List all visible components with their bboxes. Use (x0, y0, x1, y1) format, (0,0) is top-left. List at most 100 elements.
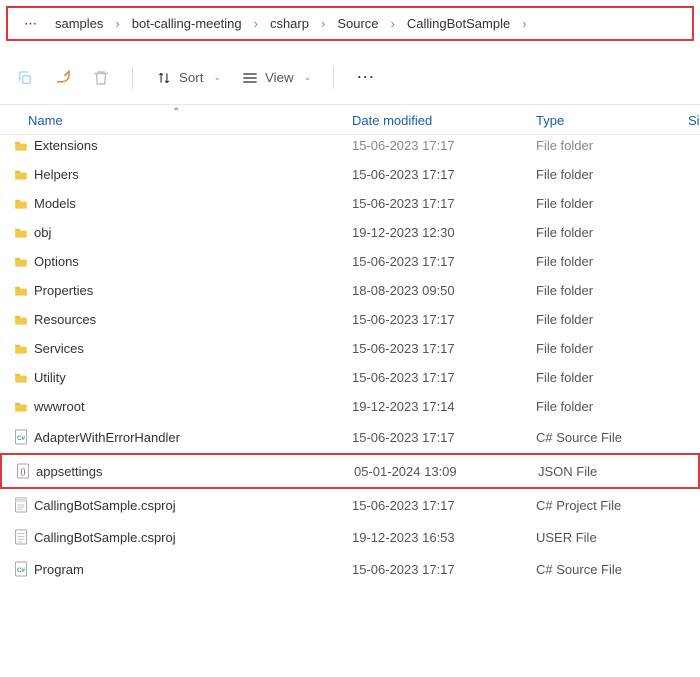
file-row[interactable]: CallingBotSample.csproj15-06-2023 17:17C… (0, 489, 700, 521)
file-date: 05-01-2024 13:09 (350, 464, 534, 479)
file-row[interactable]: Models15-06-2023 17:17File folder (0, 189, 700, 218)
file-name: Helpers (28, 167, 348, 182)
file-date: 15-06-2023 17:17 (348, 196, 532, 211)
sort-label: Sort (179, 70, 203, 85)
file-date: 15-06-2023 17:17 (348, 562, 532, 577)
file-name: CallingBotSample.csproj (28, 530, 348, 545)
file-type: File folder (532, 225, 684, 240)
chevron-right-icon: › (115, 16, 119, 31)
file-type: File folder (532, 196, 684, 211)
file-date: 15-06-2023 17:17 (348, 254, 532, 269)
copy-icon (16, 69, 34, 87)
breadcrumb-item[interactable]: samples (45, 14, 113, 33)
file-row[interactable]: CallingBotSample.csproj19-12-2023 16:53U… (0, 521, 700, 553)
file-row[interactable]: Properties18-08-2023 09:50File folder (0, 276, 700, 305)
file-type: USER File (532, 530, 684, 545)
view-button[interactable]: View ⌄ (233, 63, 319, 93)
svg-text:C#: C# (17, 435, 26, 442)
file-row[interactable]: C#Program15-06-2023 17:17C# Source File (0, 553, 700, 585)
file-date: 15-06-2023 17:17 (348, 312, 532, 327)
file-date: 19-12-2023 16:53 (348, 530, 532, 545)
file-row[interactable]: wwwroot19-12-2023 17:14File folder (0, 392, 700, 421)
file-name: Services (28, 341, 348, 356)
file-name: wwwroot (28, 399, 348, 414)
folder-icon (0, 371, 28, 385)
trash-icon (92, 69, 110, 87)
file-type: File folder (532, 399, 684, 414)
chevron-down-icon: ⌄ (213, 72, 221, 83)
chevron-right-icon: › (522, 16, 526, 31)
file-icon (0, 528, 28, 546)
view-icon (241, 69, 259, 87)
chevron-right-icon: › (254, 16, 258, 31)
breadcrumb-item[interactable]: CallingBotSample (397, 14, 520, 33)
copy-button[interactable] (8, 63, 42, 93)
column-header-date[interactable]: Date modified (348, 113, 532, 128)
file-row[interactable]: obj19-12-2023 12:30File folder (0, 218, 700, 247)
toolbar-divider (333, 67, 334, 89)
column-headers: ⌃ Name Date modified Type Si (0, 105, 700, 135)
folder-icon (0, 226, 28, 240)
more-icon: ⋯ (356, 67, 376, 88)
chevron-down-icon: ⌄ (304, 72, 312, 83)
file-row[interactable]: C#AdapterWithErrorHandler15-06-2023 17:1… (0, 421, 700, 453)
toolbar-divider (132, 67, 133, 89)
file-row[interactable]: Extensions15-06-2023 17:17File folder (0, 131, 700, 160)
column-header-type[interactable]: Type (532, 113, 684, 128)
file-date: 15-06-2023 17:17 (348, 498, 532, 513)
file-icon (0, 496, 28, 514)
file-name: AdapterWithErrorHandler (28, 430, 348, 445)
file-row[interactable]: Utility15-06-2023 17:17File folder (0, 363, 700, 392)
file-row[interactable]: {}appsettings05-01-2024 13:09JSON File (0, 453, 700, 489)
share-button[interactable] (46, 63, 80, 93)
file-icon: C# (0, 428, 28, 446)
file-row[interactable]: Services15-06-2023 17:17File folder (0, 334, 700, 363)
svg-text:{}: {} (20, 467, 26, 476)
file-date: 15-06-2023 17:17 (348, 430, 532, 445)
file-name: Extensions (28, 138, 348, 153)
file-name: Models (28, 196, 348, 211)
file-date: 15-06-2023 17:17 (348, 341, 532, 356)
chevron-right-icon: › (391, 16, 395, 31)
breadcrumb-more-icon[interactable]: ⋯ (16, 16, 45, 32)
file-type: File folder (532, 283, 684, 298)
file-row[interactable]: Resources15-06-2023 17:17File folder (0, 305, 700, 334)
folder-icon (0, 168, 28, 182)
file-name: Options (28, 254, 348, 269)
file-name: Properties (28, 283, 348, 298)
file-date: 19-12-2023 17:14 (348, 399, 532, 414)
file-type: C# Project File (532, 498, 684, 513)
file-type: File folder (532, 312, 684, 327)
file-date: 18-08-2023 09:50 (348, 283, 532, 298)
column-header-size[interactable]: Si (684, 113, 700, 128)
file-type: File folder (532, 254, 684, 269)
breadcrumb-item[interactable]: Source (327, 14, 388, 33)
file-type: File folder (532, 341, 684, 356)
file-row[interactable]: Options15-06-2023 17:17File folder (0, 247, 700, 276)
folder-icon (0, 197, 28, 211)
file-icon: C# (0, 560, 28, 578)
file-type: File folder (532, 138, 684, 153)
toolbar: Sort ⌄ View ⌄ ⋯ (0, 51, 700, 105)
folder-icon (0, 313, 28, 327)
more-options-button[interactable]: ⋯ (348, 61, 384, 94)
share-icon (54, 69, 72, 87)
file-type: C# Source File (532, 430, 684, 445)
file-list: Extensions15-06-2023 17:17File folderHel… (0, 131, 700, 585)
folder-icon (0, 284, 28, 298)
view-label: View (265, 70, 294, 85)
sort-indicator-icon: ⌃ (172, 107, 180, 118)
sort-button[interactable]: Sort ⌄ (147, 63, 229, 93)
file-date: 15-06-2023 17:17 (348, 167, 532, 182)
file-date: 15-06-2023 17:17 (348, 138, 532, 153)
file-name: Resources (28, 312, 348, 327)
breadcrumb-item[interactable]: csharp (260, 14, 319, 33)
file-name: Program (28, 562, 348, 577)
file-row[interactable]: Helpers15-06-2023 17:17File folder (0, 160, 700, 189)
folder-icon (0, 342, 28, 356)
breadcrumb-item[interactable]: bot-calling-meeting (122, 14, 252, 33)
delete-button[interactable] (84, 63, 118, 93)
file-type: File folder (532, 167, 684, 182)
breadcrumb: ⋯ samples › bot-calling-meeting › csharp… (6, 6, 694, 41)
folder-icon (0, 139, 28, 153)
